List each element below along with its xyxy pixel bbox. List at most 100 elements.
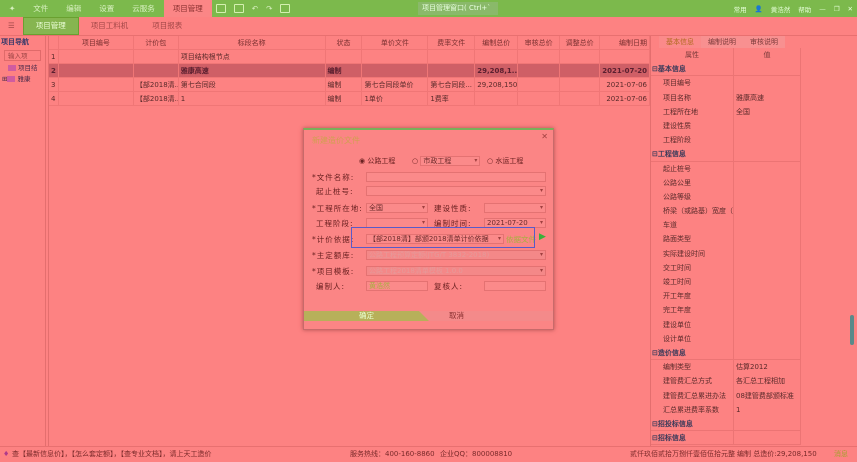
author-input[interactable]: 黄浩然 bbox=[366, 281, 428, 291]
user-icon[interactable]: 👤 bbox=[755, 5, 763, 13]
property-row[interactable]: 项目名称 雅康高速 bbox=[651, 90, 857, 105]
property-group[interactable]: ⊟招投标信息 bbox=[651, 416, 857, 432]
property-row[interactable]: 工程阶段 bbox=[651, 133, 857, 148]
property-row[interactable]: 竣工时间 bbox=[651, 275, 857, 290]
property-value[interactable] bbox=[734, 303, 801, 318]
ok-button[interactable]: 确定 bbox=[304, 311, 429, 321]
property-row[interactable]: 工程所在地 全国 bbox=[651, 104, 857, 119]
property-value[interactable] bbox=[734, 133, 801, 148]
property-value[interactable] bbox=[734, 246, 801, 261]
messages-button[interactable]: 消息 bbox=[834, 447, 848, 462]
property-value[interactable]: 值 bbox=[734, 48, 801, 63]
status-tips[interactable]: 查【最新信息价】，【怎么套定额】，【查专业文档】，请上天工造价 bbox=[12, 447, 212, 462]
ribbon-menu-icon[interactable]: ☰ bbox=[0, 18, 23, 34]
column-header[interactable]: 编制总价 bbox=[475, 35, 519, 50]
radio-highway[interactable]: ◉ 公路工程 bbox=[359, 156, 395, 166]
template-select[interactable]: 公路工程2018清单模板 1.0.0 bbox=[366, 266, 546, 276]
undo-icon[interactable]: ↶ bbox=[248, 0, 262, 17]
property-value[interactable] bbox=[734, 189, 801, 205]
column-header[interactable]: 审核总价 bbox=[518, 35, 561, 50]
nav-search-input[interactable]: 输入项 bbox=[4, 50, 41, 61]
property-value[interactable] bbox=[734, 260, 801, 275]
property-row[interactable]: 建管费汇总累进办法 08建管费部颁标准 bbox=[651, 388, 857, 403]
minimize-button[interactable]: — bbox=[819, 5, 826, 13]
property-row[interactable]: 路面类型 bbox=[651, 232, 857, 247]
property-row[interactable]: 汇总累进费率系数 1 bbox=[651, 402, 857, 417]
property-value[interactable] bbox=[734, 76, 801, 91]
tab-compile-notes[interactable]: 编制说明 bbox=[701, 36, 743, 48]
property-group[interactable]: ⊟工程信息 bbox=[651, 147, 857, 162]
municipal-select[interactable]: 市政工程 bbox=[420, 156, 481, 166]
column-header[interactable]: 编制日期 bbox=[600, 35, 650, 50]
property-row[interactable]: 设计单位 bbox=[651, 331, 857, 346]
property-row[interactable]: 交工时间 bbox=[651, 260, 857, 275]
property-row[interactable]: 建管费汇总方式 各汇总工程相加 bbox=[651, 374, 857, 389]
file-name-input[interactable] bbox=[366, 172, 546, 182]
tab-project-reports[interactable]: 项目报表 bbox=[140, 18, 194, 34]
property-value[interactable] bbox=[734, 431, 801, 446]
cancel-button[interactable]: 取消 bbox=[429, 311, 484, 321]
property-row[interactable]: 公路等级 bbox=[651, 189, 857, 205]
property-row[interactable]: 完工年度 bbox=[651, 303, 857, 318]
stake-select[interactable] bbox=[366, 186, 546, 196]
quota-select[interactable]: 公路工程预算定额(JTG/T 3832-2018) bbox=[366, 250, 546, 260]
menu-edit[interactable]: 编辑 bbox=[57, 0, 90, 17]
common-menu[interactable]: 常用 bbox=[734, 4, 747, 14]
property-value[interactable] bbox=[734, 118, 801, 134]
nav-item-yakang[interactable]: ⊞ 雅康 bbox=[0, 74, 45, 85]
property-row[interactable]: 桥梁（或路基）宽度（ bbox=[651, 204, 857, 219]
tab-project-materials[interactable]: 项目工料机 bbox=[79, 18, 141, 34]
tab-basic-info[interactable]: 基本信息 bbox=[659, 36, 701, 48]
property-value[interactable] bbox=[734, 161, 801, 176]
close-button[interactable]: ✕ bbox=[848, 5, 853, 13]
redo-icon[interactable]: ↷ bbox=[262, 0, 276, 17]
column-header[interactable]: 费率文件 bbox=[428, 35, 476, 50]
table-row[interactable]: 2 雅康高速 编制 29,208,1... 2021-07-20 bbox=[49, 63, 650, 78]
menu-file[interactable]: 文件 bbox=[24, 0, 57, 17]
reviewer-input[interactable] bbox=[484, 281, 546, 291]
app-icon[interactable]: ✦ bbox=[0, 0, 24, 17]
property-value[interactable] bbox=[734, 175, 801, 190]
property-scrollbar[interactable] bbox=[850, 315, 854, 345]
property-value[interactable]: 08建管费部颁标准 bbox=[734, 388, 801, 403]
property-value[interactable] bbox=[734, 204, 801, 219]
property-header[interactable]: 属性值 bbox=[651, 48, 857, 63]
column-header[interactable]: 计价包 bbox=[134, 35, 179, 50]
column-header[interactable]: 单价文件 bbox=[362, 35, 429, 50]
property-value[interactable] bbox=[734, 345, 801, 361]
property-value[interactable] bbox=[734, 147, 801, 162]
play-arrow-icon[interactable]: ▶ bbox=[539, 232, 546, 242]
property-value[interactable] bbox=[734, 232, 801, 247]
calculator-icon[interactable] bbox=[280, 4, 291, 13]
property-group[interactable]: ⊟基本信息 bbox=[651, 62, 857, 77]
menu-project-management[interactable]: 项目管理 bbox=[163, 0, 212, 17]
tab-review-notes[interactable]: 审核说明 bbox=[743, 36, 785, 48]
location-select[interactable]: 全国 bbox=[366, 203, 428, 213]
column-header[interactable]: 标段名称 bbox=[179, 35, 326, 50]
property-row[interactable]: 建设性质 bbox=[651, 118, 857, 134]
menu-cloud[interactable]: 云服务 bbox=[123, 0, 164, 17]
property-value[interactable] bbox=[734, 317, 801, 332]
tab-project-management[interactable]: 项目管理 bbox=[22, 17, 79, 35]
table-row[interactable]: 3 【部2018清... 第七合同段 编制 第七合同段单价 第七合同段... 29,208,… bbox=[49, 77, 650, 92]
property-value[interactable]: 1 bbox=[734, 402, 801, 417]
property-group[interactable]: ⊟造价信息 bbox=[651, 345, 857, 361]
paste-icon[interactable] bbox=[233, 4, 244, 13]
property-value[interactable]: 各汇总工程相加 bbox=[734, 374, 801, 389]
radio-municipal[interactable]: ○ 市政工程 bbox=[412, 156, 481, 166]
user-name[interactable]: 黄浩然 bbox=[771, 4, 791, 14]
property-row[interactable]: 项目编号 bbox=[651, 76, 857, 91]
column-header[interactable]: 项目编号 bbox=[59, 35, 134, 50]
property-row[interactable]: 开工年度 bbox=[651, 289, 857, 304]
property-row[interactable]: 车道 bbox=[651, 218, 857, 233]
menu-settings[interactable]: 设置 bbox=[90, 0, 123, 17]
window-switcher[interactable]: 项目管理窗口( Ctrl+` bbox=[418, 2, 498, 15]
maximize-button[interactable]: ❐ bbox=[834, 5, 840, 13]
column-header[interactable]: 调整总价 bbox=[560, 35, 601, 50]
radio-water[interactable]: ○ 水运工程 bbox=[487, 156, 523, 166]
property-row[interactable]: 起止桩号 bbox=[651, 161, 857, 176]
property-value[interactable] bbox=[734, 218, 801, 233]
property-value[interactable]: 全国 bbox=[734, 104, 801, 119]
property-value[interactable] bbox=[734, 62, 801, 77]
property-row[interactable]: 实际建设时间 bbox=[651, 246, 857, 261]
